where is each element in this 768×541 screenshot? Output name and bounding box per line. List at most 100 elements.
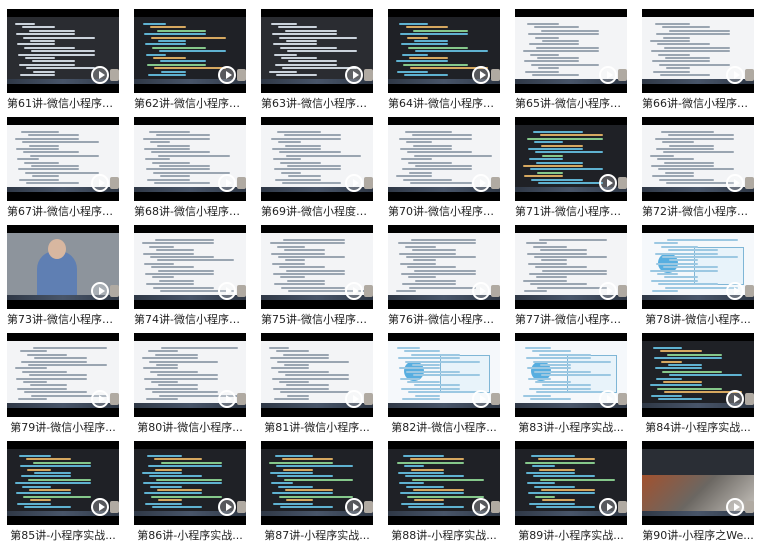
video-title[interactable]: 第81讲-微信小程序... bbox=[261, 419, 373, 437]
video-tile[interactable]: 第64讲-微信小程序A... bbox=[388, 9, 500, 115]
video-title[interactable]: 第74讲-微信小程序A... bbox=[134, 311, 246, 329]
video-tile[interactable]: 第78讲-微信小程序... bbox=[642, 225, 754, 331]
video-title[interactable]: 第85讲-小程序实战... bbox=[7, 527, 119, 541]
video-thumbnail[interactable] bbox=[642, 441, 754, 525]
video-tile[interactable]: 第67讲-微信小程序A... bbox=[7, 117, 119, 223]
video-tile[interactable]: 第77讲-微信小程序A... bbox=[515, 225, 627, 331]
video-tile[interactable]: 第61讲-微信小程序A... bbox=[7, 9, 119, 115]
video-thumbnail[interactable] bbox=[388, 117, 500, 201]
video-thumbnail[interactable] bbox=[642, 117, 754, 201]
video-thumbnail[interactable] bbox=[134, 441, 246, 525]
video-title[interactable]: 第77讲-微信小程序A... bbox=[515, 311, 627, 329]
video-thumbnail[interactable] bbox=[261, 225, 373, 309]
video-title[interactable]: 第88讲-小程序实战... bbox=[388, 527, 500, 541]
play-icon[interactable] bbox=[345, 390, 363, 408]
video-thumbnail[interactable] bbox=[388, 9, 500, 93]
play-icon[interactable] bbox=[472, 282, 490, 300]
play-icon[interactable] bbox=[472, 174, 490, 192]
play-icon[interactable] bbox=[472, 66, 490, 84]
video-title[interactable]: 第67讲-微信小程序A... bbox=[7, 203, 119, 221]
play-icon[interactable] bbox=[218, 66, 236, 84]
video-thumbnail[interactable] bbox=[261, 117, 373, 201]
video-thumbnail[interactable] bbox=[7, 9, 119, 93]
video-thumbnail[interactable] bbox=[134, 225, 246, 309]
play-icon[interactable] bbox=[726, 498, 744, 516]
video-tile[interactable]: 第81讲-微信小程序... bbox=[261, 333, 373, 439]
play-icon[interactable] bbox=[218, 282, 236, 300]
video-title[interactable]: 第79讲-微信小程序... bbox=[7, 419, 119, 437]
video-thumbnail[interactable] bbox=[388, 441, 500, 525]
play-icon[interactable] bbox=[345, 66, 363, 84]
video-thumbnail[interactable] bbox=[515, 117, 627, 201]
play-icon[interactable] bbox=[726, 174, 744, 192]
play-icon[interactable] bbox=[599, 390, 617, 408]
play-icon[interactable] bbox=[218, 390, 236, 408]
video-tile[interactable]: 第76讲-微信小程序A... bbox=[388, 225, 500, 331]
play-icon[interactable] bbox=[345, 174, 363, 192]
video-tile[interactable]: 第70讲-微信小程序A... bbox=[388, 117, 500, 223]
video-tile[interactable]: 第89讲-小程序实战... bbox=[515, 441, 627, 541]
video-thumbnail[interactable] bbox=[7, 225, 119, 309]
video-title[interactable]: 第82讲-微信小程序... bbox=[388, 419, 500, 437]
video-tile[interactable]: 第82讲-微信小程序... bbox=[388, 333, 500, 439]
video-title[interactable]: 第66讲-微信小程序A... bbox=[642, 95, 754, 113]
play-icon[interactable] bbox=[91, 66, 109, 84]
video-tile[interactable]: 第83讲-小程序实战... bbox=[515, 333, 627, 439]
play-icon[interactable] bbox=[726, 66, 744, 84]
video-thumbnail[interactable] bbox=[261, 333, 373, 417]
video-thumbnail[interactable] bbox=[261, 441, 373, 525]
play-icon[interactable] bbox=[91, 174, 109, 192]
video-thumbnail[interactable] bbox=[642, 333, 754, 417]
video-tile[interactable]: 第86讲-小程序实战... bbox=[134, 441, 246, 541]
video-title[interactable]: 第71讲-微信小程序A... bbox=[515, 203, 627, 221]
video-title[interactable]: 第65讲-微信小程序A... bbox=[515, 95, 627, 113]
play-icon[interactable] bbox=[599, 282, 617, 300]
video-title[interactable]: 第90讲-小程序之We... bbox=[642, 527, 754, 541]
play-icon[interactable] bbox=[599, 498, 617, 516]
video-tile[interactable]: 第72讲-微信小程序A... bbox=[642, 117, 754, 223]
video-tile[interactable]: 第85讲-小程序实战... bbox=[7, 441, 119, 541]
video-thumbnail[interactable] bbox=[7, 333, 119, 417]
video-tile[interactable]: 第79讲-微信小程序... bbox=[7, 333, 119, 439]
video-thumbnail[interactable] bbox=[7, 117, 119, 201]
video-title[interactable]: 第80讲-微信小程序... bbox=[134, 419, 246, 437]
video-thumbnail[interactable] bbox=[642, 9, 754, 93]
video-title[interactable]: 第87讲-小程序实战... bbox=[261, 527, 373, 541]
play-icon[interactable] bbox=[218, 498, 236, 516]
video-thumbnail[interactable] bbox=[642, 225, 754, 309]
video-tile[interactable]: 第90讲-小程序之We... bbox=[642, 441, 754, 541]
video-tile[interactable]: 第73讲-微信小程序A... bbox=[7, 225, 119, 331]
video-title[interactable]: 第70讲-微信小程序A... bbox=[388, 203, 500, 221]
video-thumbnail[interactable] bbox=[134, 333, 246, 417]
play-icon[interactable] bbox=[599, 174, 617, 192]
video-title[interactable]: 第62讲-微信小程序A... bbox=[134, 95, 246, 113]
play-icon[interactable] bbox=[218, 174, 236, 192]
video-thumbnail[interactable] bbox=[515, 225, 627, 309]
play-icon[interactable] bbox=[599, 66, 617, 84]
play-icon[interactable] bbox=[726, 282, 744, 300]
video-title[interactable]: 第63讲-微信小程序A... bbox=[261, 95, 373, 113]
video-tile[interactable]: 第71讲-微信小程序A... bbox=[515, 117, 627, 223]
play-icon[interactable] bbox=[345, 282, 363, 300]
play-icon[interactable] bbox=[472, 498, 490, 516]
video-title[interactable]: 第72讲-微信小程序A... bbox=[642, 203, 754, 221]
video-tile[interactable]: 第87讲-小程序实战... bbox=[261, 441, 373, 541]
video-title[interactable]: 第84讲-小程序实战... bbox=[642, 419, 754, 437]
video-thumbnail[interactable] bbox=[134, 117, 246, 201]
video-thumbnail[interactable] bbox=[7, 441, 119, 525]
play-icon[interactable] bbox=[472, 390, 490, 408]
video-thumbnail[interactable] bbox=[515, 9, 627, 93]
video-title[interactable]: 第86讲-小程序实战... bbox=[134, 527, 246, 541]
video-thumbnail[interactable] bbox=[261, 9, 373, 93]
video-title[interactable]: 第78讲-微信小程序... bbox=[642, 311, 754, 329]
play-icon[interactable] bbox=[91, 390, 109, 408]
video-tile[interactable]: 第62讲-微信小程序A... bbox=[134, 9, 246, 115]
video-thumbnail[interactable] bbox=[515, 441, 627, 525]
video-title[interactable]: 第75讲-微信小程序A... bbox=[261, 311, 373, 329]
video-thumbnail[interactable] bbox=[388, 225, 500, 309]
video-thumbnail[interactable] bbox=[515, 333, 627, 417]
video-title[interactable]: 第61讲-微信小程序A... bbox=[7, 95, 119, 113]
play-icon[interactable] bbox=[91, 498, 109, 516]
video-tile[interactable]: 第68讲-微信小程序A... bbox=[134, 117, 246, 223]
video-tile[interactable]: 第75讲-微信小程序A... bbox=[261, 225, 373, 331]
